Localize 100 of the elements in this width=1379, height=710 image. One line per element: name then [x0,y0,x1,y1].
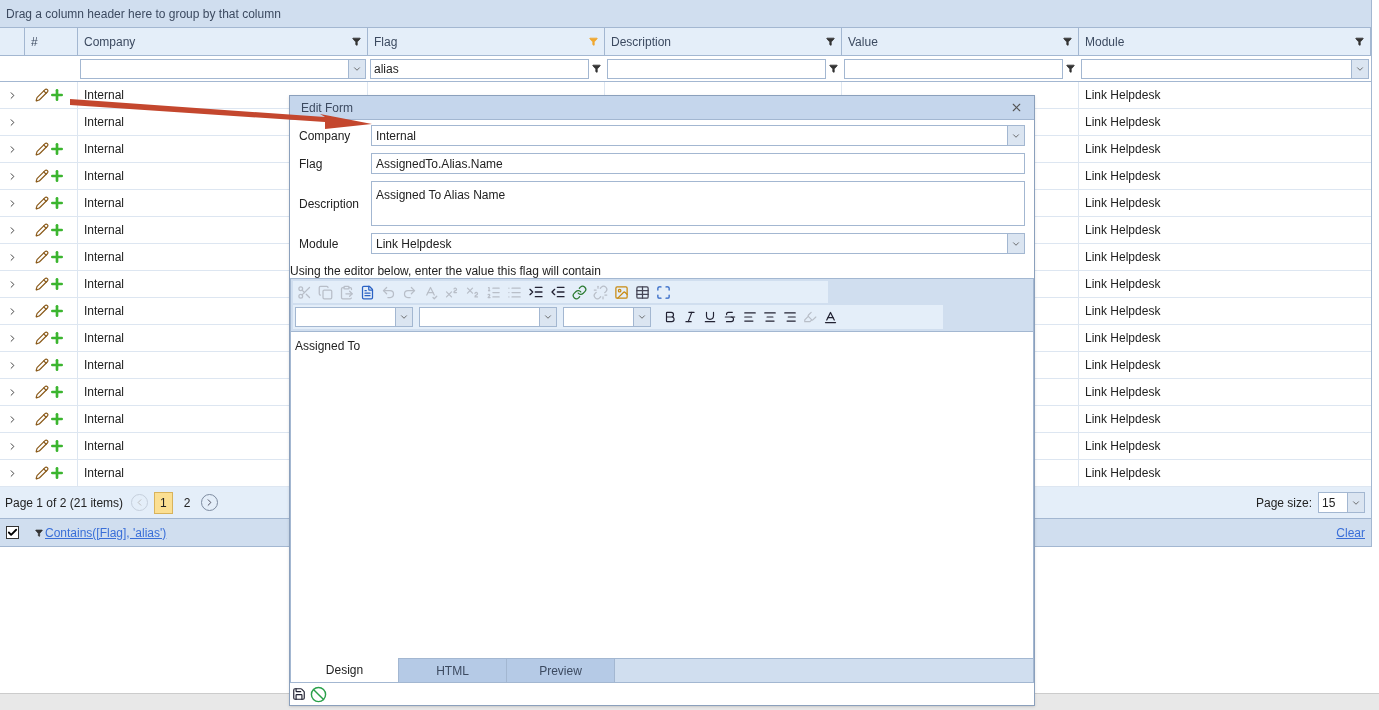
editor-tab[interactable]: HTML [399,659,507,682]
page-button[interactable]: 2 [178,491,196,514]
edit-icon[interactable] [35,331,49,345]
table-cell-text: Internal [84,195,125,212]
filter-icon[interactable] [1063,37,1072,46]
form-field[interactable]: AssignedTo.Alias.Name [371,153,1025,174]
toolbar-dropdown[interactable] [419,307,557,327]
spellcheck-icon[interactable] [423,284,438,300]
edit-icon[interactable] [35,142,49,156]
toolbar-dropdown[interactable] [295,307,413,327]
edit-icon[interactable] [35,223,49,237]
filter-icon[interactable] [829,64,838,73]
filter-expression-link[interactable]: Contains([Flag], 'alias') [45,523,167,542]
filter-field[interactable] [80,58,366,79]
table-cell-text: Link Helpdesk [1085,276,1161,293]
add-icon[interactable] [49,303,65,319]
add-icon[interactable] [49,141,65,157]
edit-icon[interactable] [35,358,49,372]
column-header[interactable]: Flag [368,28,605,55]
fullscreen-icon[interactable] [656,284,671,300]
filter-checkbox[interactable] [6,526,19,539]
page-size-field[interactable]: 15 [1318,492,1365,513]
add-icon[interactable] [49,276,65,292]
edit-icon[interactable] [35,385,49,399]
indent-icon[interactable] [528,284,544,300]
add-icon[interactable] [49,465,65,481]
table-cell-text: Link Helpdesk [1085,330,1161,347]
column-header[interactable]: Module [1079,28,1371,55]
column-header[interactable]: # [25,28,78,55]
edit-icon[interactable] [35,169,49,183]
field-label: Description [299,195,360,213]
filter-icon[interactable] [1355,37,1364,46]
form-field[interactable]: Assigned To Alias Name [371,181,1025,226]
table-cell-text: Link Helpdesk [1085,384,1161,401]
column-header[interactable]: Description [605,28,842,55]
edit-icon[interactable] [35,250,49,264]
align-left-icon[interactable] [743,310,757,324]
page-size-label: Page size: [1255,494,1312,512]
add-icon[interactable] [49,411,65,427]
filter-icon [35,528,43,537]
clear-link[interactable]: Clear [1336,523,1365,542]
edit-icon[interactable] [35,466,49,480]
bold-icon[interactable] [663,310,677,324]
add-icon[interactable] [49,438,65,454]
editor-tab[interactable]: Design [291,658,399,682]
table-cell-text: Internal [84,357,125,374]
save-icon[interactable] [292,687,306,701]
column-header[interactable]: Value [842,28,1079,55]
edit-icon[interactable] [35,88,49,102]
filter-icon[interactable] [592,64,601,73]
edit-icon[interactable] [35,304,49,318]
filter-icon[interactable] [352,37,361,46]
column-header[interactable]: Company [78,28,368,55]
edit-icon[interactable] [35,439,49,453]
table-cell-text: Link Helpdesk [1085,249,1161,266]
table-cell-text: Internal [84,303,125,320]
link-icon[interactable] [572,284,587,300]
outdent-icon[interactable] [550,284,566,300]
filter-field[interactable] [1081,58,1369,79]
paste-word-icon[interactable] [360,284,375,300]
table-icon[interactable] [635,284,650,300]
font-color-icon[interactable] [823,309,838,325]
add-icon[interactable] [49,249,65,265]
underline-icon[interactable] [703,310,717,324]
table-cell-text: Internal [84,465,125,482]
add-icon[interactable] [49,168,65,184]
add-icon[interactable] [49,357,65,373]
align-center-icon[interactable] [763,310,777,324]
add-icon[interactable] [49,87,65,103]
filter-field[interactable] [844,58,1063,79]
toolbar-dropdown[interactable] [563,307,651,327]
add-icon[interactable] [49,330,65,346]
editor-text: Assigned To [295,339,361,353]
image-icon[interactable] [614,284,629,300]
filter-icon[interactable] [826,37,835,46]
filter-field[interactable]: alias [370,58,589,79]
table-cell-text: Internal [84,330,125,347]
strikethrough-icon[interactable] [723,310,737,324]
form-field[interactable]: Link Helpdesk [371,233,1025,254]
dialog-title: Edit Form [301,99,353,117]
filter-icon[interactable] [1066,64,1075,73]
expand-icon[interactable] [7,251,18,263]
close-icon[interactable] [1010,101,1023,114]
filter-field[interactable] [607,58,826,79]
table-cell-text: Internal [84,222,125,239]
field-label: Module [299,235,339,253]
edit-icon[interactable] [35,196,49,210]
add-icon[interactable] [49,222,65,238]
edit-icon[interactable] [35,277,49,291]
add-icon[interactable] [49,384,65,400]
italic-icon[interactable] [683,310,697,324]
align-right-icon[interactable] [783,310,797,324]
editor-tab[interactable]: Preview [507,659,615,682]
form-field[interactable]: Internal [371,125,1025,146]
add-icon[interactable] [49,195,65,211]
edit-icon[interactable] [35,412,49,426]
page-button[interactable]: 1 [154,491,173,514]
page-summary: Page 1 of 2 (21 items) [5,494,124,512]
table-cell-text: Link Helpdesk [1085,87,1161,104]
table-cell-text: Link Helpdesk [1085,438,1161,455]
